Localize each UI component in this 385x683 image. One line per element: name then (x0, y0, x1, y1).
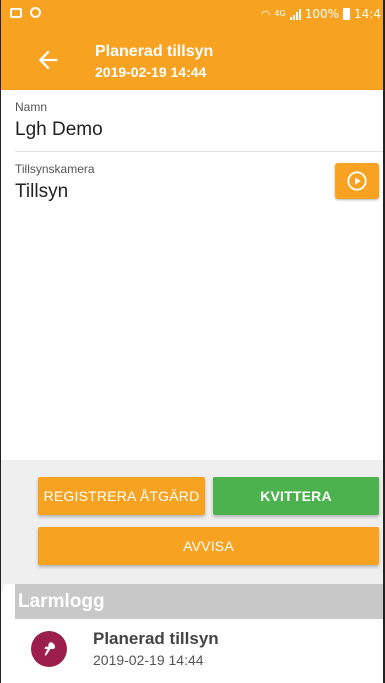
app-bar: Planerad tillsyn 2019-02-19 14:44 (0, 30, 385, 90)
avatar (31, 631, 67, 667)
camera-field: Tillsynskamera Tillsyn (15, 162, 370, 203)
name-field: Namn Lgh Demo (15, 100, 370, 141)
camera-value: Tillsyn (15, 181, 69, 202)
name-value: Lgh Demo (15, 119, 103, 140)
name-label: Namn (15, 100, 48, 114)
arrow-left-icon[interactable] (34, 46, 62, 74)
divider (15, 151, 383, 152)
status-time: 14:4 (354, 7, 381, 21)
status-bar: ◠ 4G 100% 14:4 (0, 0, 385, 30)
play-circle-icon (347, 171, 367, 191)
page-title: Planerad tillsyn (95, 43, 214, 60)
acknowledge-button[interactable]: KVITTERA (213, 477, 379, 515)
camera-label: Tillsynskamera (15, 162, 95, 176)
circle-notification-icon (30, 7, 41, 18)
battery-percent: 100% (304, 7, 340, 21)
network-type-label: 4G (274, 9, 286, 18)
list-item-time: 2019-02-19 14:44 (93, 652, 204, 668)
play-camera-button[interactable] (335, 163, 379, 199)
reject-button[interactable]: AVVISA (38, 527, 379, 565)
page-subtitle: 2019-02-19 14:44 (95, 64, 207, 80)
alarm-type-icon (44, 642, 55, 656)
action-panel: REGISTRERA ÅTGÄRD KVITTERA AVVISA (0, 460, 385, 584)
alarm-log-header: Larmlogg (15, 584, 383, 619)
list-item-title: Planerad tillsyn (93, 629, 219, 648)
wifi-icon: ◠ (260, 7, 271, 21)
signal-icon (289, 8, 301, 20)
register-action-button[interactable]: REGISTRERA ÅTGÄRD (38, 477, 205, 515)
battery-icon (343, 8, 351, 20)
list-item[interactable]: Planerad tillsyn 2019-02-19 14:44 (15, 619, 383, 683)
image-notification-icon (10, 7, 22, 18)
